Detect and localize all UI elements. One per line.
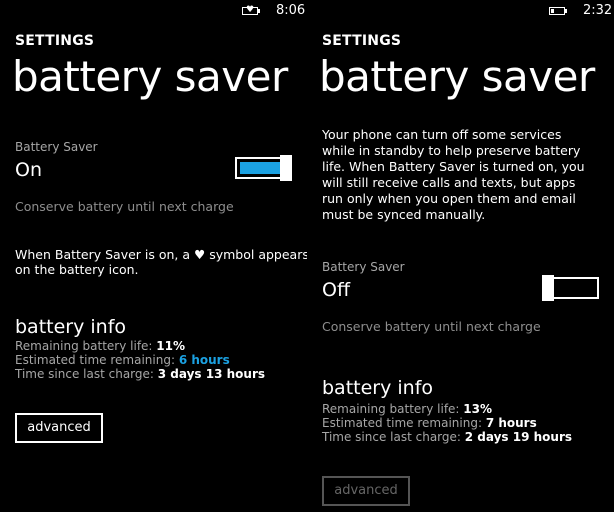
page-title: battery saver bbox=[319, 52, 595, 101]
battery-saver-state: Off bbox=[322, 279, 351, 301]
note-text-before: When Battery Saver is on, a bbox=[15, 247, 195, 262]
conserve-battery-text: Conserve battery until next charge bbox=[15, 199, 234, 214]
remaining-battery-life: Remaining battery life: 13% bbox=[322, 402, 493, 416]
battery-icon: ♥ bbox=[242, 5, 258, 15]
battery-info-title: battery info bbox=[15, 316, 127, 338]
toggle-thumb[interactable] bbox=[280, 155, 292, 181]
settings-label: SETTINGS bbox=[322, 33, 402, 49]
phone-screen-battery-saver-on: ♥ 8:06 SETTINGS battery saver Battery Sa… bbox=[0, 0, 307, 512]
conserve-battery-text: Conserve battery until next charge bbox=[322, 319, 541, 334]
heart-icon: ♥ bbox=[194, 247, 206, 262]
battery-saver-label: Battery Saver bbox=[15, 140, 98, 154]
description-line: will still receive calls and texts, but … bbox=[322, 175, 576, 190]
advanced-button[interactable]: advanced bbox=[15, 413, 103, 443]
time-since-charge-value: 3 days 13 hours bbox=[157, 367, 266, 381]
battery-icon-tip bbox=[565, 9, 567, 13]
battery-info-details: Remaining battery life: 13% Estimated ti… bbox=[322, 402, 572, 444]
description-line: must be synced manually. bbox=[322, 207, 486, 222]
status-time: 2:32 bbox=[583, 3, 613, 18]
battery-icon bbox=[549, 7, 565, 15]
estimated-time-value: 7 hours bbox=[485, 416, 537, 430]
battery-level bbox=[551, 9, 554, 13]
status-time: 8:06 bbox=[276, 3, 306, 18]
phone-screen-battery-saver-off: 2:32 SETTINGS battery saver Your phone c… bbox=[307, 0, 614, 512]
time-since-last-charge: Time since last charge: 2 days 19 hours bbox=[322, 430, 573, 444]
battery-icon-tip bbox=[258, 9, 260, 13]
estimated-time-value: 6 hours bbox=[178, 353, 230, 367]
remaining-battery-value: 13% bbox=[463, 402, 493, 416]
time-since-last-charge: Time since last charge: 3 days 13 hours bbox=[15, 367, 266, 381]
battery-saver-description: Your phone can turn off some services wh… bbox=[322, 127, 612, 223]
toggle-fill bbox=[240, 162, 284, 174]
settings-label: SETTINGS bbox=[15, 33, 95, 49]
battery-saver-label: Battery Saver bbox=[322, 260, 405, 274]
time-since-charge-value: 2 days 19 hours bbox=[464, 430, 573, 444]
description-line: Your phone can turn off some services bbox=[322, 127, 562, 142]
description-line: while in standby to help preserve batter… bbox=[322, 143, 581, 158]
remaining-battery-life: Remaining battery life: 11% bbox=[15, 339, 186, 353]
note-text-line2: on the battery icon. bbox=[15, 262, 139, 277]
note-text-after: symbol appears bbox=[205, 247, 307, 262]
page-title: battery saver bbox=[12, 52, 288, 101]
heart-icon: ♥ bbox=[246, 5, 255, 15]
estimated-time-remaining: Estimated time remaining: 6 hours bbox=[15, 353, 230, 367]
battery-info-title: battery info bbox=[322, 377, 434, 399]
advanced-button[interactable]: advanced bbox=[322, 476, 410, 506]
estimated-time-remaining: Estimated time remaining: 7 hours bbox=[322, 416, 537, 430]
description-line: life. When Battery Saver is turned on, y… bbox=[322, 159, 585, 174]
battery-saver-note: When Battery Saver is on, a ♥ symbol app… bbox=[15, 247, 307, 277]
battery-saver-state: On bbox=[15, 159, 42, 181]
toggle-thumb[interactable] bbox=[542, 275, 554, 301]
battery-info-details: Remaining battery life: 11% Estimated ti… bbox=[15, 339, 265, 381]
description-line: run only when you open them and email bbox=[322, 191, 576, 206]
remaining-battery-value: 11% bbox=[156, 339, 186, 353]
